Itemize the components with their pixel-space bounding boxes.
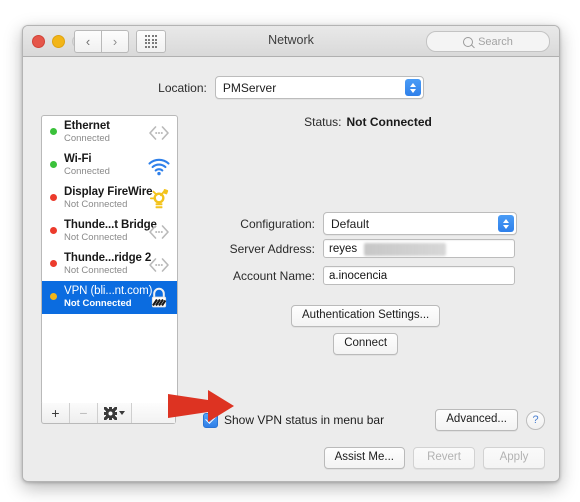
server-address-row: Server Address: reyes — [191, 239, 515, 258]
search-placeholder: Search — [478, 35, 513, 48]
service-name: Wi-Fi — [64, 153, 92, 165]
account-name-input[interactable]: a.inocencia — [323, 266, 515, 285]
chevron-updown-icon — [404, 79, 421, 96]
options-row: Show VPN status in menu bar Advanced... … — [203, 409, 545, 432]
authentication-settings-button[interactable]: Authentication Settings... — [291, 305, 441, 328]
service-detail-pane: Status: Not Connected — [191, 107, 545, 129]
status-row: Status: Not Connected — [191, 115, 545, 129]
apply-button: Apply — [483, 447, 545, 470]
configuration-label: Configuration: — [240, 216, 315, 231]
annotation-arrow — [168, 386, 236, 426]
search-icon — [463, 36, 474, 47]
search-input[interactable]: Search — [426, 31, 550, 52]
service-name: Thunde...ridge 2 — [64, 252, 152, 264]
redaction-overlay — [364, 243, 446, 256]
help-button[interactable]: ? — [526, 410, 545, 430]
assist-me-button[interactable]: Assist Me... — [323, 447, 405, 470]
services-actions-button[interactable] — [98, 403, 132, 423]
wifi-icon — [146, 154, 172, 178]
vpn-lock-icon — [146, 286, 172, 310]
service-row-thunderbolt-bridge[interactable]: Thunde...t Bridge Not Connected — [42, 215, 177, 248]
configuration-select[interactable]: Default — [323, 212, 517, 235]
window-titlebar: ‹ › Network Search — [23, 26, 559, 57]
services-list-toolbar: + − — [41, 403, 176, 424]
status-dot-amber — [50, 293, 57, 300]
location-value: PMServer — [222, 80, 277, 95]
service-row-vpn[interactable]: VPN (bli...nt.com) Not Connected — [42, 281, 177, 314]
status-dot-green — [50, 128, 57, 135]
show-vpn-status-label: Show VPN status in menu bar — [224, 413, 385, 428]
service-status: Not Connected — [64, 298, 132, 309]
ethernet-icon — [146, 253, 172, 277]
configuration-row: Configuration: Default — [191, 212, 517, 235]
server-address-value: reyes — [329, 242, 358, 255]
service-status: Not Connected — [64, 232, 128, 243]
network-services-list[interactable]: Ethernet Connected Wi-Fi Connected Displ… — [41, 115, 178, 405]
service-row-thunderbolt-bridge-2[interactable]: Thunde...ridge 2 Not Connected — [42, 248, 177, 281]
chevron-updown-icon — [498, 215, 514, 232]
status-dot-red — [50, 260, 57, 267]
remove-service-button: − — [70, 403, 98, 423]
location-label: Location: — [158, 80, 207, 95]
ethernet-icon — [146, 121, 172, 145]
location-row: Location: PMServer — [23, 76, 559, 99]
service-name: VPN (bli...nt.com) — [64, 285, 153, 297]
service-row-ethernet[interactable]: Ethernet Connected — [42, 116, 177, 149]
footer-buttons: Assist Me... Revert Apply — [323, 447, 545, 470]
connect-button[interactable]: Connect — [333, 333, 399, 356]
ethernet-icon — [146, 220, 172, 244]
firewire-icon — [146, 187, 172, 211]
chevron-down-icon — [118, 411, 125, 415]
account-name-label: Account Name: — [232, 268, 315, 283]
configuration-value: Default — [331, 216, 370, 231]
account-name-value: a.inocencia — [329, 269, 388, 282]
status-dot-green — [50, 161, 57, 168]
action-buttons: Authentication Settings... Connect — [291, 305, 441, 356]
service-status: Connected — [64, 133, 110, 144]
service-name: Thunde...t Bridge — [64, 219, 157, 231]
location-select[interactable]: PMServer — [214, 76, 424, 99]
add-service-button[interactable]: + — [42, 403, 70, 423]
window-content: Location: PMServer Ethernet Connected Wi… — [23, 57, 559, 481]
server-address-label: Server Address: — [229, 241, 315, 256]
service-row-wifi[interactable]: Wi-Fi Connected — [42, 149, 177, 182]
network-preferences-window: ‹ › Network Search Location: PMServer Et… — [22, 25, 560, 482]
server-address-input[interactable]: reyes — [323, 239, 515, 258]
status-dot-red — [50, 227, 57, 234]
service-status: Not Connected — [64, 265, 128, 276]
service-name: Display FireWire — [64, 186, 153, 198]
service-status: Connected — [64, 166, 110, 177]
service-row-display-firewire[interactable]: Display FireWire Not Connected — [42, 182, 177, 215]
revert-button: Revert — [413, 447, 475, 470]
advanced-button[interactable]: Advanced... — [435, 409, 518, 432]
service-name: Ethernet — [64, 120, 110, 132]
status-dot-red — [50, 194, 57, 201]
service-status: Not Connected — [64, 199, 128, 210]
status-value: Not Connected — [346, 115, 432, 129]
gear-icon — [104, 407, 116, 419]
screenshot-stage: ‹ › Network Search Location: PMServer Et… — [0, 0, 580, 502]
account-name-row: Account Name: a.inocencia — [191, 266, 515, 285]
status-label: Status: — [304, 115, 342, 129]
